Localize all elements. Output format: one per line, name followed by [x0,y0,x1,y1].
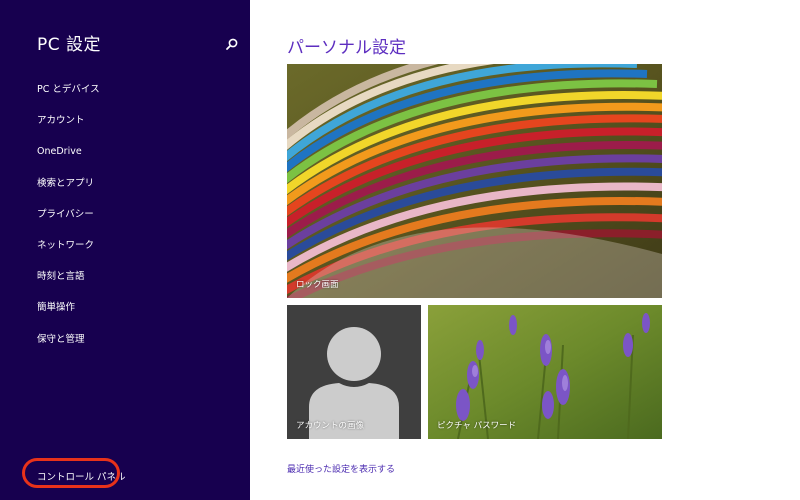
sidebar-item-label: ネットワーク [37,239,95,251]
sidebar-title: PC 設定 [37,35,102,55]
sidebar-item-search-apps[interactable]: 検索とアプリ [0,170,250,201]
recent-settings-link[interactable]: 最近使った設定を表示する [287,462,395,475]
sidebar-item-label: アカウント [37,115,85,127]
page-title: パーソナル設定 [287,38,406,58]
sidebar-item-label: PC とデバイス [37,84,100,95]
lock-screen-label: ロック画面 [296,280,339,290]
sidebar-item-label: 簡単操作 [37,302,76,314]
sidebar-nav: PC とデバイス アカウント OneDrive 検索とアプリ プライバシー ネッ… [0,76,250,357]
account-picture-tile[interactable]: アカウントの画像 [287,305,421,439]
sidebar-item-time-language[interactable]: 時刻と言語 [0,263,250,294]
picture-password-label: ピクチャ パスワード [437,421,517,431]
sidebar-item-ease-of-access[interactable]: 簡単操作 [0,294,250,325]
sidebar-item-privacy[interactable]: プライバシー [0,201,250,232]
account-picture-label: アカウントの画像 [296,421,365,431]
sidebar-item-network[interactable]: ネットワーク [0,232,250,263]
sidebar-item-label: 保守と管理 [37,333,85,345]
sidebar-item-pc-devices[interactable]: PC とデバイス [0,76,250,107]
sidebar: PC 設定 PC とデバイス アカウント OneDrive 検索とアプリ プライ… [0,0,250,500]
sidebar-item-update-recovery[interactable]: 保守と管理 [0,326,250,357]
lock-screen-tile[interactable]: ロック画面 [287,64,662,298]
control-panel-link[interactable]: コントロール パネル [37,469,126,483]
sidebar-item-onedrive[interactable]: OneDrive [0,138,250,169]
sidebar-item-label: 検索とアプリ [37,177,95,189]
lock-screen-image [287,64,662,298]
sidebar-item-accounts[interactable]: アカウント [0,107,250,138]
sidebar-item-label: 時刻と言語 [37,271,85,283]
sidebar-item-label: OneDrive [37,146,82,158]
picture-password-tile[interactable]: ピクチャ パスワード [428,305,662,439]
search-icon[interactable] [225,36,239,50]
sidebar-item-label: プライバシー [37,208,94,220]
